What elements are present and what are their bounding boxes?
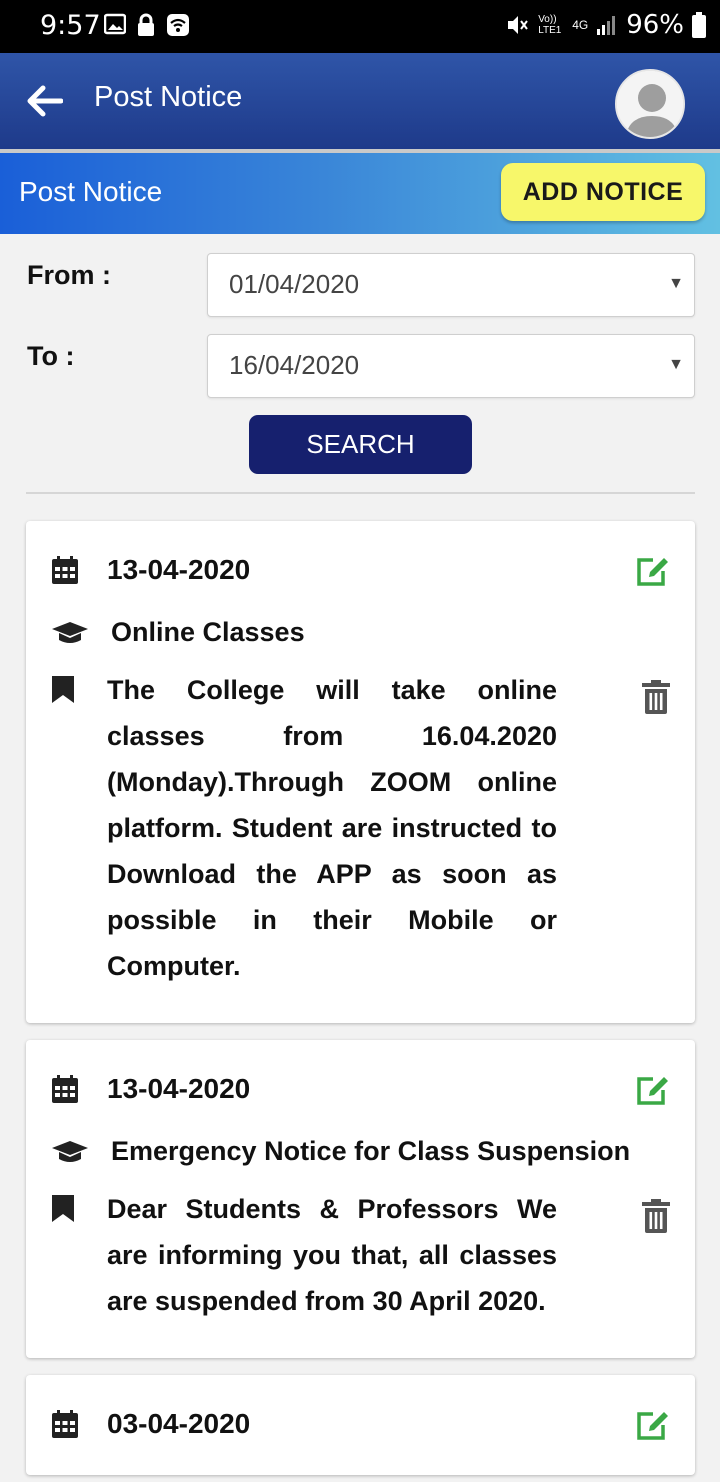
user-avatar-icon xyxy=(617,71,683,137)
notice-card: 13-04-2020 Online Classes The College wi… xyxy=(26,521,695,1023)
status-bar: 9:57 Vo)) LTE1 4G 96% xyxy=(0,0,720,53)
status-time: 9:57 xyxy=(40,10,101,41)
app-bar: Post Notice xyxy=(0,53,720,149)
from-date-select[interactable]: 01/04/2020 ▼ xyxy=(207,253,695,317)
graduation-cap-icon xyxy=(52,622,88,643)
notice-title: Emergency Notice for Class Suspension xyxy=(111,1136,631,1166)
header-band: Post Notice ADD NOTICE xyxy=(0,153,720,234)
avatar[interactable] xyxy=(615,69,685,139)
signal-icon xyxy=(597,16,616,35)
calendar-icon xyxy=(52,1410,78,1438)
to-label: To : xyxy=(27,341,75,371)
divider xyxy=(26,492,695,494)
gallery-icon xyxy=(104,13,126,35)
battery-percent: 96% xyxy=(626,10,684,40)
notice-date: 13-04-2020 xyxy=(107,1073,251,1104)
dropdown-arrow-icon: ▼ xyxy=(668,356,684,373)
bookmark-icon xyxy=(52,676,74,703)
arrow-left-icon xyxy=(27,85,63,117)
notice-date: 13-04-2020 xyxy=(107,554,251,585)
status-right-icons: Vo)) LTE1 4G 96% xyxy=(506,10,706,40)
to-date-value: 16/04/2020 xyxy=(229,350,360,380)
search-button[interactable]: SEARCH xyxy=(249,415,472,474)
notice-card: 03-04-2020 xyxy=(26,1375,695,1475)
notice-date: 03-04-2020 xyxy=(107,1408,251,1439)
notice-body: The College will take online classes fro… xyxy=(107,675,557,981)
calendar-icon xyxy=(52,556,78,584)
from-date-value: 01/04/2020 xyxy=(229,269,360,299)
notice-title: Online Classes xyxy=(111,617,305,647)
calendar-icon xyxy=(52,1075,78,1103)
status-left-icons xyxy=(104,13,190,37)
trash-icon[interactable] xyxy=(642,680,670,714)
wifi-icon xyxy=(167,14,189,36)
notice-card: 13-04-2020 Emergency Notice for Class Su… xyxy=(26,1040,695,1358)
from-label: From : xyxy=(27,260,111,290)
bookmark-icon xyxy=(52,1195,74,1222)
edit-icon[interactable] xyxy=(635,553,671,589)
edit-icon[interactable] xyxy=(635,1072,671,1108)
page-title: Post Notice xyxy=(94,81,243,113)
section-title: Post Notice xyxy=(19,176,163,207)
trash-icon[interactable] xyxy=(642,1199,670,1233)
mute-icon xyxy=(508,16,528,34)
back-button[interactable] xyxy=(20,77,68,125)
edit-icon[interactable] xyxy=(635,1407,671,1443)
network-type: 4G xyxy=(572,18,589,32)
battery-icon xyxy=(692,12,706,38)
notice-body: Dear Students & Professors We are inform… xyxy=(107,1194,557,1316)
add-notice-button[interactable]: ADD NOTICE xyxy=(501,163,705,221)
graduation-cap-icon xyxy=(52,1141,88,1162)
volte-indicator: Vo)) LTE1 xyxy=(538,14,562,36)
to-date-select[interactable]: 16/04/2020 ▼ xyxy=(207,334,695,398)
dropdown-arrow-icon: ▼ xyxy=(668,275,684,292)
lock-icon xyxy=(138,13,154,36)
